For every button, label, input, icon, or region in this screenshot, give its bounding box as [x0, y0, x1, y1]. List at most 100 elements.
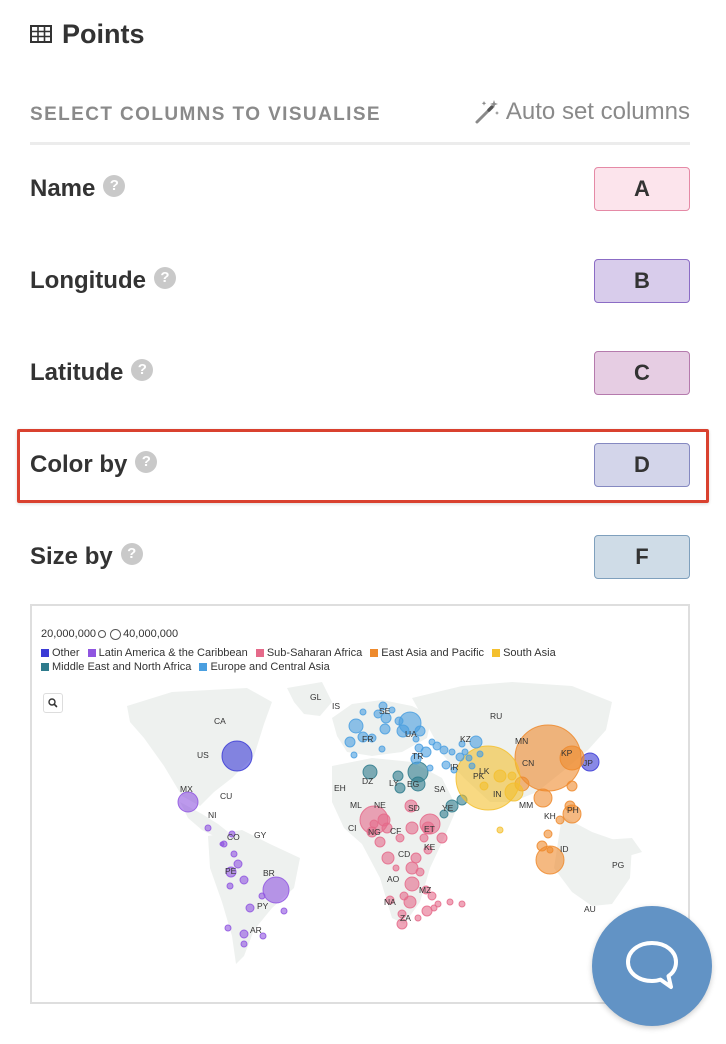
legend-entry: Other	[41, 646, 80, 660]
row-longitude: Longitude ? B	[30, 259, 690, 305]
row-name: Name ? A	[30, 167, 690, 213]
country-label: CA	[214, 716, 226, 726]
legend-entry: South Asia	[492, 646, 556, 660]
country-label: US	[197, 750, 209, 760]
country-label: EH	[334, 783, 346, 793]
section-header: SELECT COLUMNS TO VISUALISE Auto set col…	[30, 98, 690, 145]
color-by-column-selector[interactable]: D	[594, 443, 690, 487]
size-by-label: Size by	[30, 543, 113, 570]
help-icon[interactable]: ?	[103, 175, 126, 197]
latitude-column-selector[interactable]: C	[594, 351, 690, 395]
row-label: Color by ?	[30, 451, 158, 479]
legend-label: Other	[52, 647, 80, 659]
map-preview: GL IS SE RU CA FR UA KZ MN US TR CN KP JP IR DZ LY EG LK PK…	[30, 604, 690, 1004]
country-label: MN	[515, 736, 528, 746]
country-label: IS	[332, 701, 340, 711]
map-bubble	[436, 832, 448, 844]
longitude-column-selector[interactable]: B	[594, 259, 690, 303]
map-bubble	[415, 867, 425, 877]
map-bubble	[469, 735, 483, 749]
country-label: KZ	[460, 734, 471, 744]
country-label: GL	[310, 692, 322, 702]
legend-entry: Europe and Central Asia	[199, 660, 330, 674]
country-label: SD	[408, 803, 420, 813]
help-icon[interactable]: ?	[131, 359, 154, 381]
country-label: FR	[362, 734, 373, 744]
map-bubble	[350, 751, 358, 759]
legend-entry: East Asia and Pacific	[370, 646, 484, 660]
country-label: UA	[405, 729, 417, 739]
row-label: Latitude ?	[30, 359, 154, 387]
legend-swatch	[41, 649, 49, 657]
auto-set-columns-button[interactable]: Auto set columns	[474, 98, 690, 126]
size-legend-small-circle	[98, 630, 107, 638]
map-bubble	[414, 914, 422, 922]
country-label: RU	[490, 711, 502, 721]
country-label: CI	[348, 823, 357, 833]
country-label: ET	[424, 824, 435, 834]
row-color-by: Color by ? D	[30, 443, 690, 489]
country-label: NI	[208, 810, 217, 820]
country-label: NA	[384, 897, 396, 907]
legend-swatch	[492, 649, 501, 657]
country-label: NE	[374, 800, 386, 810]
longitude-label: Longitude	[30, 267, 146, 294]
map-bubble	[219, 841, 225, 847]
country-label: ZA	[400, 913, 411, 923]
map-bubble	[262, 876, 290, 904]
map-search-button[interactable]	[43, 693, 63, 713]
map-bubble	[421, 905, 433, 917]
map-bubble	[458, 900, 466, 908]
legend-entry: Middle East and North Africa	[41, 660, 191, 674]
map-bubble	[226, 882, 234, 890]
map-bubble	[536, 840, 548, 852]
chat-button[interactable]	[592, 906, 712, 1026]
auto-set-label: Auto set columns	[505, 98, 690, 125]
color-by-label: Color by	[30, 451, 128, 478]
country-label: KH	[544, 811, 556, 821]
country-label: CF	[390, 826, 401, 836]
country-label: PY	[257, 901, 269, 911]
map-bubble	[496, 826, 504, 834]
map-bubble	[392, 864, 400, 872]
help-icon[interactable]: ?	[120, 543, 143, 565]
country-label: BR	[263, 868, 275, 878]
legend-swatch	[199, 663, 208, 671]
legend-label: South Asia	[503, 647, 556, 659]
page-title: Points	[62, 18, 145, 49]
name-column-selector[interactable]: A	[594, 167, 690, 211]
country-label: CU	[220, 791, 232, 801]
map-bubble	[533, 788, 553, 808]
legend-label: Europe and Central Asia	[210, 661, 330, 673]
country-label: LY	[389, 778, 399, 788]
legend-entry: Latin America & the Caribbean	[87, 646, 248, 660]
size-by-column-selector[interactable]: F	[594, 535, 690, 579]
row-size-by: Size by ? F	[30, 535, 690, 581]
map-bubble	[426, 764, 434, 772]
help-icon[interactable]: ?	[135, 451, 158, 473]
map-bubble	[224, 924, 232, 932]
legend-label: East Asia and Pacific	[381, 647, 485, 659]
country-label: CO	[227, 832, 240, 842]
country-label: MM	[519, 800, 533, 810]
country-label: SA	[434, 784, 446, 794]
country-label: KP	[561, 748, 573, 758]
country-label: SE	[379, 706, 391, 716]
help-icon[interactable]: ?	[153, 267, 176, 289]
legend-label: Latin America & the Caribbean	[98, 647, 248, 659]
map-bubble	[555, 815, 565, 825]
size-legend-large-circle	[110, 628, 122, 640]
map-bubble	[448, 748, 456, 756]
country-label: KE	[424, 842, 436, 852]
map-bubble	[245, 903, 255, 913]
row-label: Name ?	[30, 175, 126, 203]
map-bubble	[177, 791, 199, 813]
section-label: SELECT COLUMNS TO VISUALISE	[30, 104, 381, 125]
map-bubble	[404, 876, 420, 892]
map-bubble	[543, 829, 553, 839]
map-bubble	[479, 781, 489, 791]
map-bubble	[446, 898, 454, 906]
name-label: Name	[30, 175, 96, 202]
legend-label: Middle East and North Africa	[52, 661, 192, 673]
country-label: MX	[180, 784, 193, 794]
